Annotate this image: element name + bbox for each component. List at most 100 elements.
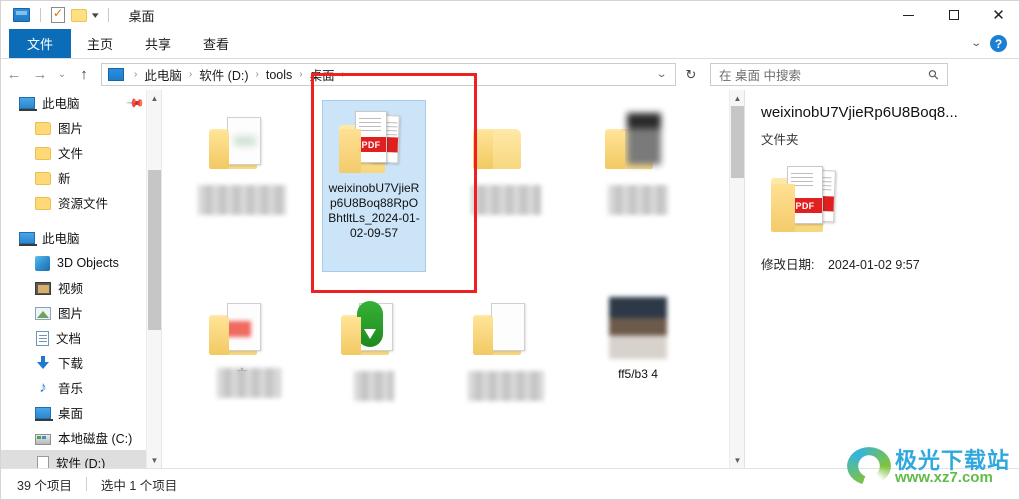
document-shape (491, 303, 525, 351)
scroll-down-icon[interactable]: ▼ (730, 452, 744, 468)
file-item-selected[interactable]: F PDF weixinobU7VjieRp6U8Boq88RpOBhtltLs… (308, 94, 440, 280)
folder-front-shape (209, 317, 229, 355)
new-folder-icon[interactable] (71, 8, 87, 22)
content-scroll-thumb[interactable] (731, 106, 744, 178)
breadcrumb-item-0[interactable]: 此电脑 (142, 65, 184, 84)
folder-front-shape (341, 317, 361, 355)
pin-icon[interactable]: 📌 (125, 92, 145, 112)
file-thumb (190, 100, 294, 272)
quick-access-toolbar: ▾ 桌面 (1, 1, 155, 29)
file-item[interactable] (440, 280, 572, 466)
file-thumb (586, 100, 690, 272)
sidebar-item-new-quick[interactable]: 新 (1, 165, 161, 190)
sidebar-item-pictures[interactable]: 图片 (1, 300, 161, 325)
status-bar: 39 个项目 选中 1 个项目 (1, 468, 1019, 499)
sidebar-item-pictures-quick[interactable]: 图片 (1, 115, 161, 140)
file-item[interactable]: ff5/b3 4 (572, 280, 704, 466)
file-item[interactable]: 文 (176, 280, 308, 466)
document-lines (359, 118, 381, 119)
file-item[interactable] (440, 94, 572, 280)
search-box[interactable]: 在 桌面 中搜索 ⚲ (710, 63, 948, 86)
breadcrumb-item-3[interactable]: 桌面 (308, 65, 337, 84)
chevron-down-icon[interactable]: ⌄ (970, 38, 982, 49)
file-explorer-window: ▾ 桌面 ✕ 文件 主页 共享 查看 ⌄ ? ← → ⌄ ↑ › 此电脑 › 软… (0, 0, 1020, 500)
scroll-up-icon[interactable]: ▲ (730, 90, 744, 106)
breadcrumb[interactable]: › 此电脑 › 软件 (D:) › tools › 桌面 › ⌄ (101, 63, 676, 86)
sidebar-item-label: 此电脑 (42, 97, 80, 111)
folder-front-shape (605, 131, 625, 169)
tab-file[interactable]: 文件 (9, 29, 72, 58)
sidebar-item-quick-pc[interactable]: 此电脑 📌 (1, 90, 161, 115)
details-modified-value: 2024-01-02 9:57 (827, 258, 920, 272)
sidebar-item-videos[interactable]: 视频 (1, 275, 161, 300)
properties-icon[interactable] (51, 6, 65, 23)
sidebar-item-3d-objects[interactable]: 3D Objects (1, 250, 161, 275)
help-icon[interactable]: ? (990, 35, 1007, 52)
folder-dark-icon (601, 109, 675, 175)
content-scrollbar[interactable]: ▲ ▼ (729, 90, 744, 468)
breadcrumb-computer-icon (108, 68, 124, 81)
sidebar-item-this-pc[interactable]: 此电脑 (1, 225, 161, 250)
sidebar-item-documents[interactable]: 文档 (1, 325, 161, 350)
toolbar-divider-2 (107, 8, 109, 22)
sidebar-item-label: 文件 (58, 147, 84, 161)
desktop-icon (35, 407, 53, 421)
sidebar-scroll-thumb[interactable] (148, 170, 161, 330)
folder-front-shape (339, 129, 361, 173)
document-shape (227, 117, 261, 165)
sidebar-scrollbar[interactable]: ▲ ▼ (146, 90, 161, 468)
tab-view[interactable]: 查看 (187, 29, 245, 58)
sidebar-item-local-disk-c[interactable]: 本地磁盘 (C:) (1, 425, 161, 450)
file-thumb (454, 100, 558, 272)
folder-front-shape (473, 317, 493, 355)
title-bar: ▾ 桌面 ✕ (1, 1, 1019, 29)
folder-document-icon (205, 109, 279, 175)
3d-objects-icon (35, 255, 50, 271)
minimize-button[interactable] (886, 1, 931, 29)
recent-locations-button[interactable]: ⌄ (53, 62, 71, 88)
customize-chevron-icon[interactable]: ▾ (92, 10, 99, 20)
desktop-icon[interactable] (13, 8, 30, 22)
file-item[interactable] (572, 94, 704, 280)
file-item[interactable] (176, 94, 308, 280)
pc-icon (19, 232, 37, 246)
details-pdf-folder-icon: F PDF (767, 162, 853, 238)
scroll-up-icon[interactable]: ▲ (147, 90, 161, 106)
breadcrumb-separator-4: › (341, 69, 345, 80)
sidebar-group-spacer (1, 215, 161, 225)
main-area: 此电脑 📌 图片 文件 新 资源文件 此电脑 3D Objects 视频 图片 … (1, 90, 1019, 468)
file-item[interactable] (308, 280, 440, 466)
file-name-label: ff5/b3 4 (618, 367, 658, 381)
ribbon-tab-bar: 文件 主页 共享 查看 ⌄ ? (1, 29, 1019, 59)
tab-share[interactable]: 共享 (129, 29, 187, 58)
sidebar-item-label: 下载 (58, 357, 84, 371)
window-controls: ✕ (886, 1, 1019, 29)
folder-green-icon (337, 295, 411, 361)
drive-icon (35, 433, 51, 445)
up-button[interactable]: ↑ (71, 62, 97, 88)
breadcrumb-item-1[interactable]: 软件 (D:) (197, 65, 250, 84)
toolbar-divider (40, 8, 41, 22)
breadcrumb-item-2[interactable]: tools (264, 68, 294, 82)
sidebar-item-software-d[interactable]: 软件 (D:) (1, 450, 161, 468)
pc-icon (19, 97, 37, 111)
file-thumb: 文 (190, 286, 294, 458)
search-input[interactable]: 在 桌面 中搜索 (711, 65, 929, 84)
maximize-button[interactable] (931, 1, 976, 29)
sidebar-item-label: 图片 (58, 307, 84, 321)
window-title: 桌面 (128, 8, 155, 24)
breadcrumb-dropdown-icon[interactable]: ⌄ (655, 69, 678, 80)
minimize-icon (903, 14, 914, 16)
photo-thumbnail (609, 297, 667, 359)
scroll-down-icon[interactable]: ▼ (147, 452, 161, 468)
sidebar-item-downloads[interactable]: 下载 (1, 350, 161, 375)
sidebar-item-music[interactable]: ♪ 音乐 (1, 375, 161, 400)
sidebar-item-resources-quick[interactable]: 资源文件 (1, 190, 161, 215)
sidebar-item-desktop[interactable]: 桌面 (1, 400, 161, 425)
refresh-button[interactable]: ↻ (678, 62, 704, 87)
forward-button[interactable]: → (27, 62, 53, 88)
back-button[interactable]: ← (1, 62, 27, 88)
tab-home[interactable]: 主页 (71, 29, 129, 58)
close-button[interactable]: ✕ (976, 1, 1019, 29)
sidebar-item-files-quick[interactable]: 文件 (1, 140, 161, 165)
